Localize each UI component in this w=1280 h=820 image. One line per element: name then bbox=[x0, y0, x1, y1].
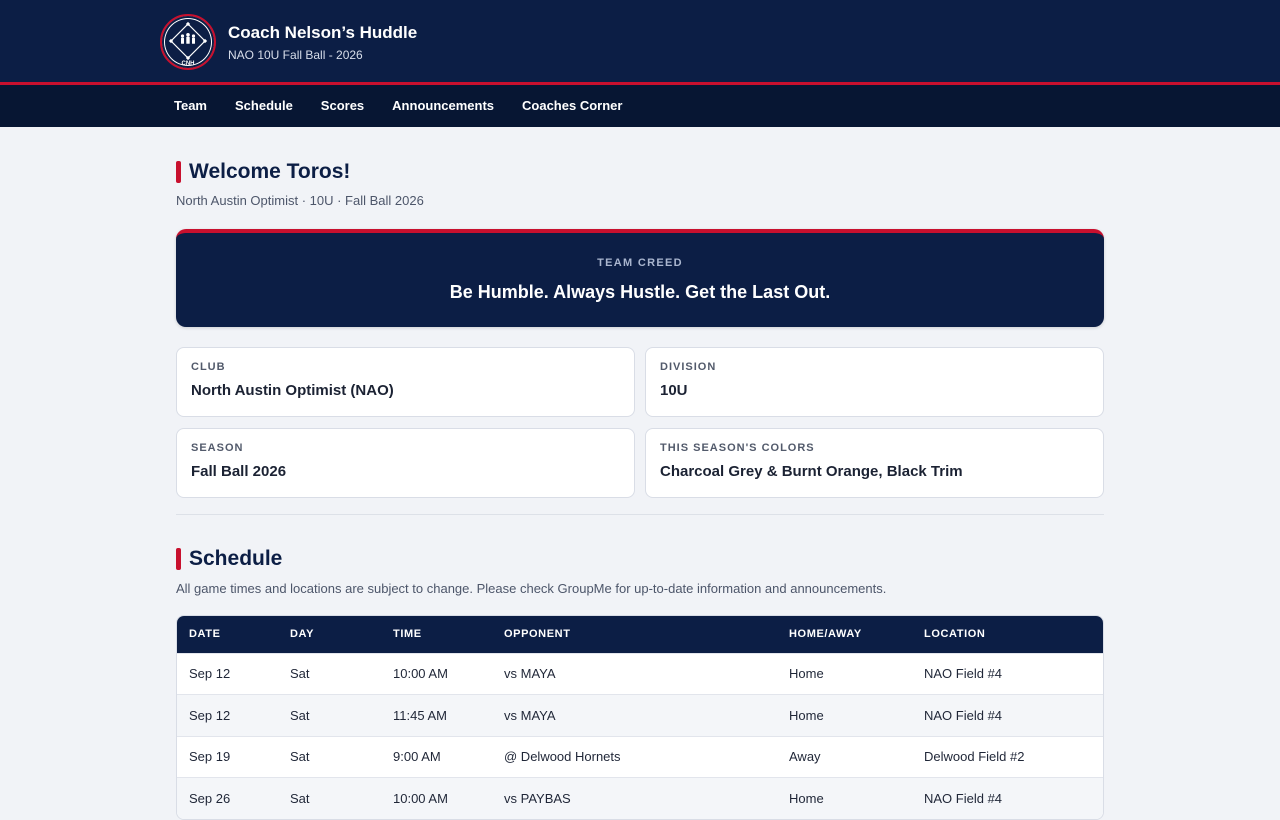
cell-day: Sat bbox=[290, 791, 310, 806]
baseball-diamond-icon: CNH bbox=[168, 21, 208, 67]
nav-item-schedule[interactable]: Schedule bbox=[221, 85, 307, 127]
cell-opponent: vs PAYBAS bbox=[504, 791, 571, 806]
welcome-subline: North Austin Optimist · 10U · Fall Ball … bbox=[176, 193, 424, 208]
creed-text: Be Humble. Always Hustle. Get the Last O… bbox=[449, 282, 831, 302]
site-header: CNH Coach Nelson’s Huddle NAO 10U Fall B… bbox=[0, 0, 1280, 82]
info-card-division: DIVISION 10U bbox=[645, 347, 1104, 417]
logo-monogram: CNH bbox=[182, 61, 195, 67]
column-header-time: TIME bbox=[393, 628, 422, 641]
table-row: Sep 12 Sat 11:45 AM vs MAYA Home NAO Fie… bbox=[177, 694, 1103, 736]
cell-location: NAO Field #4 bbox=[924, 666, 1003, 682]
cell-time: 10:00 AM bbox=[393, 666, 448, 682]
info-value: Charcoal Grey & Burnt Orange, Black Trim bbox=[660, 463, 963, 480]
schedule-heading: Schedule bbox=[176, 547, 1104, 571]
welcome-section: Welcome Toros! North Austin Optimist · 1… bbox=[176, 160, 1104, 498]
cell-opponent: vs MAYA bbox=[504, 666, 556, 682]
cell-home-away: Home bbox=[789, 791, 824, 806]
cell-location: NAO Field #4 bbox=[924, 791, 1003, 806]
cell-opponent: vs MAYA bbox=[504, 707, 556, 723]
table-row: Sep 12 Sat 10:00 AM vs MAYA Home NAO Fie… bbox=[177, 653, 1103, 695]
info-label: THIS SEASON'S COLORS bbox=[660, 442, 815, 454]
main-nav: Team Schedule Scores Announcements Coach… bbox=[0, 85, 1280, 127]
cell-home-away: Away bbox=[789, 749, 821, 765]
schedule-table: DATE DAY TIME OPPONENT HOME/AWAY LOCATIO… bbox=[177, 616, 1103, 819]
team-logo[interactable]: CNH bbox=[160, 14, 216, 70]
cell-home-away: Home bbox=[789, 666, 824, 682]
nav-item-team[interactable]: Team bbox=[160, 85, 221, 127]
column-header-date: DATE bbox=[189, 628, 221, 641]
info-label: DIVISION bbox=[660, 361, 717, 373]
cell-day: Sat bbox=[290, 749, 310, 765]
schedule-title: Schedule bbox=[189, 547, 283, 570]
cell-home-away: Home bbox=[789, 707, 824, 723]
cell-day: Sat bbox=[290, 666, 310, 682]
schedule-table-container: DATE DAY TIME OPPONENT HOME/AWAY LOCATIO… bbox=[176, 615, 1104, 820]
team-info-grid: CLUB North Austin Optimist (NAO) DIVISIO… bbox=[176, 347, 1104, 498]
heading-accent-bar bbox=[176, 161, 181, 183]
cell-date: Sep 12 bbox=[189, 707, 231, 723]
cell-location: NAO Field #4 bbox=[924, 707, 1003, 723]
table-header-row: DATE DAY TIME OPPONENT HOME/AWAY LOCATIO… bbox=[177, 616, 1103, 653]
column-header-day: DAY bbox=[290, 628, 315, 641]
main-content: Welcome Toros! North Austin Optimist · 1… bbox=[176, 127, 1104, 820]
info-card-colors: THIS SEASON'S COLORS Charcoal Grey & Bur… bbox=[645, 428, 1104, 498]
info-card-season: SEASON Fall Ball 2026 bbox=[176, 428, 635, 498]
cell-time: 9:00 AM bbox=[393, 749, 441, 765]
cell-date: Sep 19 bbox=[189, 749, 231, 765]
info-value: 10U bbox=[660, 382, 688, 399]
cell-location: Delwood Field #2 bbox=[924, 749, 1025, 765]
schedule-note: All game times and locations are subject… bbox=[176, 581, 887, 596]
welcome-title: Welcome Toros! bbox=[189, 160, 351, 183]
cell-time: 10:00 AM bbox=[393, 791, 448, 806]
brand-text: Coach Nelson’s Huddle NAO 10U Fall Ball … bbox=[228, 22, 417, 62]
table-row: Sep 19 Sat 9:00 AM @ Delwood Hornets Awa… bbox=[177, 736, 1103, 778]
info-card-club: CLUB North Austin Optimist (NAO) bbox=[176, 347, 635, 417]
cell-day: Sat bbox=[290, 707, 310, 723]
info-label: SEASON bbox=[191, 442, 244, 454]
info-label: CLUB bbox=[191, 361, 226, 373]
schedule-section: Schedule All game times and locations ar… bbox=[176, 547, 1104, 820]
nav-item-scores[interactable]: Scores bbox=[307, 85, 378, 127]
cell-time: 11:45 AM bbox=[393, 707, 447, 723]
section-divider bbox=[176, 514, 1104, 515]
cell-date: Sep 26 bbox=[189, 791, 231, 806]
site-title: Coach Nelson’s Huddle bbox=[228, 23, 418, 42]
nav-item-coaches-corner[interactable]: Coaches Corner bbox=[508, 85, 636, 127]
nav-item-announcements[interactable]: Announcements bbox=[378, 85, 508, 127]
cell-opponent: @ Delwood Hornets bbox=[504, 749, 621, 765]
table-row: Sep 26 Sat 10:00 AM vs PAYBAS Home NAO F… bbox=[177, 777, 1103, 819]
brand-block: CNH Coach Nelson’s Huddle NAO 10U Fall B… bbox=[160, 14, 417, 70]
cell-date: Sep 12 bbox=[189, 666, 231, 682]
heading-accent-bar bbox=[176, 548, 181, 570]
creed-label: TEAM CREED bbox=[597, 257, 683, 269]
welcome-heading: Welcome Toros! bbox=[176, 160, 1104, 184]
team-creed-card: TEAM CREED Be Humble. Always Hustle. Get… bbox=[176, 229, 1104, 327]
site-subtitle: NAO 10U Fall Ball - 2026 bbox=[228, 48, 363, 62]
info-value: Fall Ball 2026 bbox=[191, 463, 287, 480]
column-header-location: LOCATION bbox=[924, 628, 986, 641]
column-header-opponent: OPPONENT bbox=[504, 628, 571, 641]
info-value: North Austin Optimist (NAO) bbox=[191, 382, 394, 399]
column-header-home-away: HOME/AWAY bbox=[789, 628, 862, 641]
